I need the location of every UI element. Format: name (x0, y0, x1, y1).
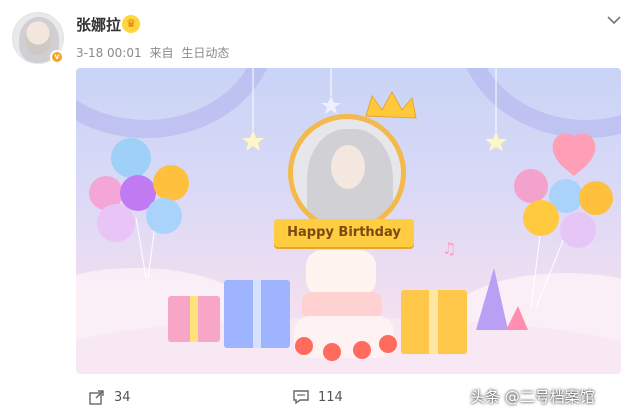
verified-badge-icon: v (50, 50, 64, 64)
happy-birthday-banner: Happy Birthday (262, 219, 426, 247)
portrait-frame (288, 114, 406, 232)
comment-action[interactable]: 114 (292, 388, 343, 406)
avatar-face (25, 21, 51, 55)
watermark: 头条 @二号档案馆 (470, 388, 595, 406)
author-name[interactable]: 张娜拉 (76, 14, 121, 35)
post-source[interactable]: 生日动态 (181, 46, 229, 60)
share-icon (89, 390, 104, 405)
share-action[interactable]: 34 (88, 388, 131, 406)
chevron-down-icon[interactable] (604, 10, 624, 30)
share-count: 34 (114, 389, 131, 405)
comment-count: 114 (318, 389, 343, 405)
weibo-post: v 张娜拉 ♛ 3-18 00:01 来自 生日动态 ♫ Happy Birth… (0, 0, 640, 416)
source-prefix: 来自 (149, 46, 174, 60)
comment-icon (293, 390, 309, 405)
post-meta: 3-18 00:01 来自 生日动态 (76, 44, 233, 61)
crown-icon[interactable]: ♛ (122, 15, 140, 33)
svg-text:♫: ♫ (442, 239, 456, 258)
birthday-card-image[interactable]: ♫ Happy Birthday (76, 68, 621, 374)
portrait-face (331, 145, 365, 189)
post-time: 3-18 00:01 (76, 46, 142, 60)
